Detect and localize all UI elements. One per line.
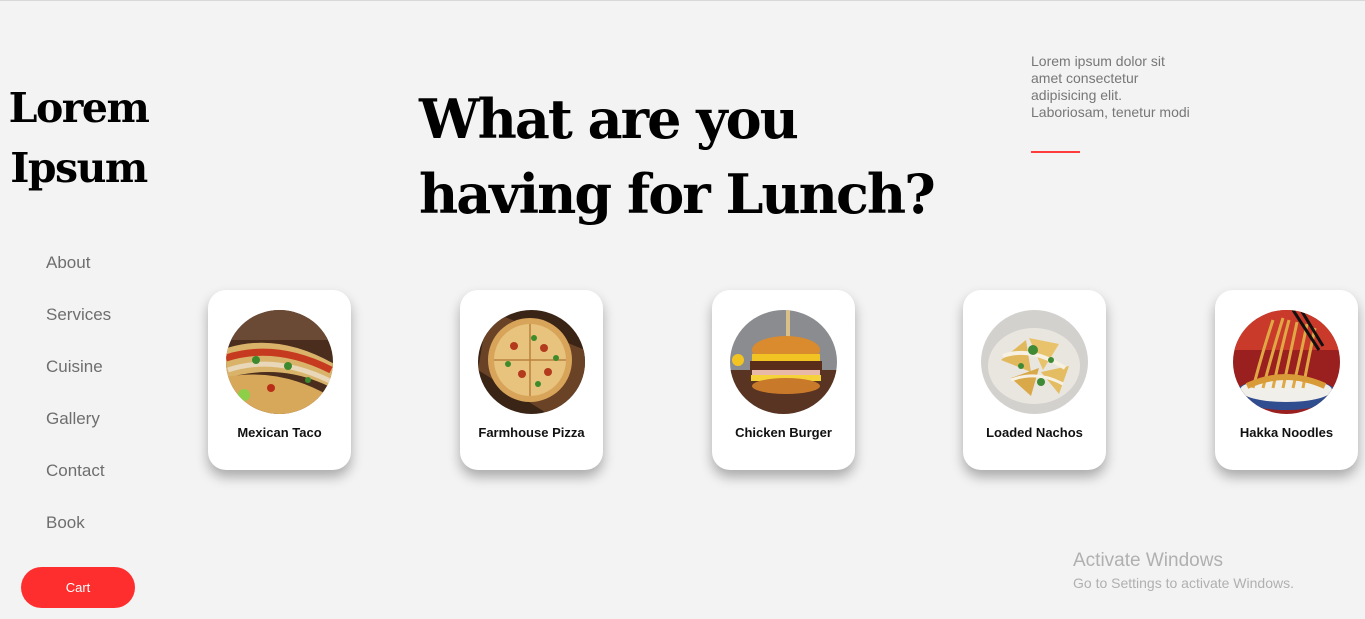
nav-item-services[interactable]: Services: [46, 302, 111, 354]
watermark-subtitle: Go to Settings to activate Windows.: [1073, 575, 1294, 591]
nav-item-cuisine[interactable]: Cuisine: [46, 354, 111, 406]
dish-card-farmhouse-pizza[interactable]: Farmhouse Pizza: [460, 290, 603, 470]
taco-photo: [226, 310, 333, 414]
cart-button[interactable]: Cart: [21, 567, 135, 608]
nav-item-contact[interactable]: Contact: [46, 458, 111, 510]
intro-text: Lorem ipsum dolor sit amet consectetur a…: [1031, 53, 1190, 120]
dish-name: Mexican Taco: [237, 425, 322, 440]
headline-line-2: having for Lunch?: [419, 162, 936, 226]
brand-line-2: Ipsum: [10, 144, 148, 192]
nav-item-about[interactable]: About: [46, 250, 111, 302]
dish-card-hakka-noodles[interactable]: Hakka Noodles: [1215, 290, 1358, 470]
headline-line-1: What are you: [419, 87, 799, 151]
side-nav: About Services Cuisine Gallery Contact B…: [46, 250, 111, 562]
pizza-photo: [478, 310, 585, 414]
brand-line-1: Lorem: [8, 84, 150, 132]
accent-divider: [1031, 151, 1080, 153]
nachos-photo: [981, 310, 1088, 414]
noodles-photo: [1233, 310, 1340, 414]
dish-card-mexican-taco[interactable]: Mexican Taco: [208, 290, 351, 470]
dish-name: Farmhouse Pizza: [478, 425, 585, 440]
dish-card-loaded-nachos[interactable]: Loaded Nachos: [963, 290, 1106, 470]
dish-card-chicken-burger[interactable]: Chicken Burger: [712, 290, 855, 470]
dish-name: Chicken Burger: [735, 425, 832, 440]
dish-name: Loaded Nachos: [986, 425, 1083, 440]
burger-photo: [730, 310, 837, 414]
top-border: [0, 0, 1365, 1]
dish-name: Hakka Noodles: [1239, 425, 1334, 440]
nav-item-gallery[interactable]: Gallery: [46, 406, 111, 458]
activation-watermark: Activate Windows Go to Settings to activ…: [1073, 550, 1294, 593]
page-headline: What are you having for Lunch?: [419, 82, 939, 232]
brand-logo[interactable]: Lorem Ipsum: [0, 78, 157, 198]
watermark-title: Activate Windows: [1073, 550, 1223, 571]
nav-item-book[interactable]: Book: [46, 510, 111, 562]
